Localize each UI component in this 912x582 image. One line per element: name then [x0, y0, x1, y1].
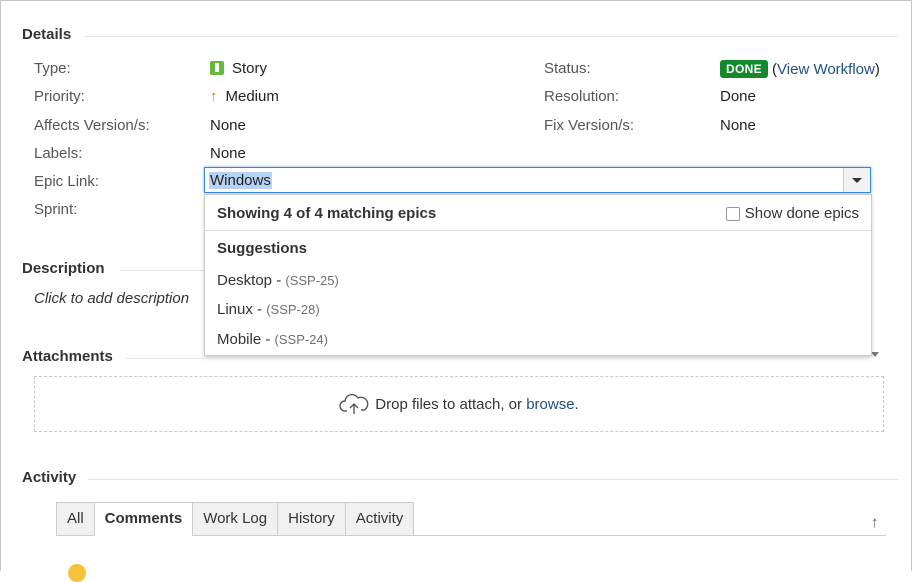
epic-option-key: (SSP-25)	[285, 273, 339, 288]
fix-version-value[interactable]: None	[720, 117, 756, 134]
epic-link-input-value[interactable]: Windows	[209, 172, 272, 189]
matching-epics-count: Showing 4 of 4 matching epics	[217, 205, 437, 222]
affects-version-value[interactable]: None	[210, 117, 246, 134]
activity-heading: Activity	[22, 469, 76, 486]
show-done-epics-checkbox[interactable]	[725, 206, 740, 221]
description-placeholder[interactable]: Click to add description	[34, 290, 189, 307]
epic-option-desktop[interactable]: Desktop - (SSP-25)	[217, 272, 339, 289]
description-rule	[120, 270, 204, 271]
resolution-value: Done	[720, 88, 756, 105]
details-rule	[84, 36, 898, 37]
priority-label: Priority:	[34, 88, 85, 105]
tab-activity[interactable]: Activity	[344, 502, 415, 536]
attachments-rule	[126, 358, 204, 359]
attachments-options-icon[interactable]	[871, 352, 879, 357]
show-done-epics-toggle[interactable]: Show done epics	[725, 205, 859, 222]
cloud-upload-icon	[339, 393, 369, 414]
epic-option-key: (SSP-24)	[274, 332, 328, 347]
epic-option-linux[interactable]: Linux - (SSP-28)	[217, 301, 320, 318]
attachments-title: Attachments	[22, 348, 113, 365]
attachment-dropzone[interactable]: Drop files to attach, or browse .	[34, 376, 884, 432]
type-value-text: Story	[232, 60, 268, 77]
description-heading: Description	[22, 260, 105, 277]
attachments-heading: Attachments	[22, 348, 113, 365]
epic-link-label: Epic Link:	[34, 173, 100, 190]
story-icon	[210, 61, 224, 75]
details-heading: Details	[22, 26, 71, 43]
priority-value-text: Medium	[225, 88, 279, 105]
tab-all[interactable]: All	[56, 502, 94, 536]
drop-files-suffix: .	[574, 395, 579, 413]
scroll-top-icon[interactable]: ↑	[871, 514, 879, 531]
activity-rule	[88, 479, 898, 480]
priority-medium-icon: ↑	[210, 88, 218, 105]
tab-history[interactable]: History	[277, 502, 345, 536]
suggestions-heading: Suggestions	[217, 240, 308, 257]
epic-option-name: Desktop -	[217, 272, 286, 289]
drop-files-text: Drop files to attach, or	[375, 395, 527, 413]
affects-version-label: Affects Version/s:	[34, 117, 150, 134]
sprint-label: Sprint:	[34, 201, 78, 218]
description-title: Description	[22, 260, 105, 277]
status-value: DONE (View Workflow)	[720, 60, 880, 78]
tab-work-log[interactable]: Work Log	[192, 502, 278, 536]
epic-option-name: Mobile -	[217, 331, 275, 348]
status-label: Status:	[544, 60, 591, 77]
dropdown-divider	[205, 230, 871, 231]
type-label: Type:	[34, 60, 71, 77]
details-title: Details	[22, 26, 72, 43]
activity-tabs: All Comments Work Log History Activity	[56, 502, 415, 536]
epic-option-name: Linux -	[217, 301, 267, 318]
labels-label: Labels:	[34, 145, 83, 162]
type-value[interactable]: Story	[210, 60, 267, 77]
avatar	[68, 564, 86, 582]
epic-option-mobile[interactable]: Mobile - (SSP-24)	[217, 331, 328, 348]
browse-link[interactable]: browse	[526, 396, 574, 413]
status-badge: DONE	[720, 60, 768, 78]
fix-version-label: Fix Version/s:	[544, 117, 635, 134]
labels-value[interactable]: None	[210, 145, 246, 162]
epic-link-input[interactable]: Windows	[204, 167, 871, 193]
tab-comments[interactable]: Comments	[93, 502, 193, 536]
resolution-label: Resolution:	[544, 88, 620, 105]
dropdown-arrow-icon[interactable]	[843, 168, 870, 192]
epic-option-key: (SSP-28)	[266, 302, 320, 317]
activity-title: Activity	[22, 469, 77, 486]
priority-value[interactable]: ↑ Medium	[210, 88, 279, 105]
show-done-epics-label: Show done epics	[744, 205, 859, 222]
epic-suggestions-dropdown: Showing 4 of 4 matching epics Show done …	[204, 194, 872, 356]
view-workflow-link[interactable]: View Workflow	[777, 61, 875, 78]
